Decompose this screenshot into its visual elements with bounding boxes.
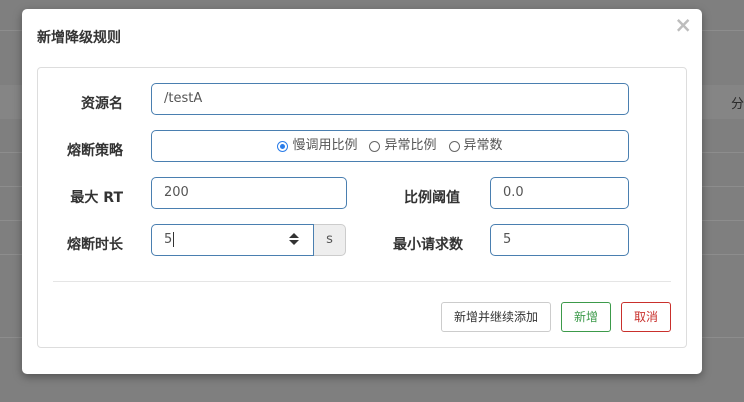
break-duration-label: 熔断时长 bbox=[67, 237, 123, 253]
form-divider bbox=[53, 281, 671, 282]
ratio-threshold-label: 比例阈值 bbox=[404, 190, 460, 206]
background-column-header: 分 bbox=[731, 97, 744, 112]
max-rt-input[interactable]: 200 bbox=[151, 177, 347, 209]
add-degrade-rule-dialog: 新增降级规则 × 资源名 /testA 熔断策略 慢调用比例 异常比例 异常数 bbox=[22, 9, 702, 374]
break-duration-input[interactable]: 5 bbox=[151, 224, 314, 256]
stepper-up-icon[interactable] bbox=[289, 233, 299, 238]
resource-name-input[interactable]: /testA bbox=[151, 83, 629, 115]
stepper-down-icon[interactable] bbox=[289, 240, 299, 245]
rule-form-panel: 资源名 /testA 熔断策略 慢调用比例 异常比例 异常数 最大 RT 200… bbox=[37, 67, 687, 348]
min-request-label: 最小请求数 bbox=[393, 237, 463, 253]
strategy-option-label: 异常数 bbox=[463, 138, 503, 153]
add-and-continue-button[interactable]: 新增并继续添加 bbox=[441, 302, 551, 332]
strategy-option-exception-ratio[interactable]: 异常比例 bbox=[369, 131, 437, 161]
strategy-option-label: 异常比例 bbox=[384, 138, 437, 153]
dialog-title: 新增降级规则 bbox=[37, 30, 121, 46]
number-stepper-icon[interactable] bbox=[289, 233, 299, 247]
strategy-radio-group: 慢调用比例 异常比例 异常数 bbox=[151, 130, 629, 162]
text-cursor bbox=[173, 232, 175, 247]
strategy-option-label: 慢调用比例 bbox=[292, 138, 358, 153]
resource-name-label: 资源名 bbox=[81, 96, 123, 112]
ratio-threshold-input[interactable]: 0.0 bbox=[490, 177, 629, 209]
radio-unchecked-icon[interactable] bbox=[369, 140, 381, 152]
strategy-option-slow-call-ratio[interactable]: 慢调用比例 bbox=[277, 131, 357, 161]
break-duration-unit: s bbox=[314, 224, 346, 256]
strategy-option-exception-count[interactable]: 异常数 bbox=[448, 131, 503, 161]
radio-checked-icon[interactable] bbox=[277, 140, 289, 152]
add-button[interactable]: 新增 bbox=[561, 302, 611, 332]
strategy-label: 熔断策略 bbox=[67, 143, 123, 159]
cancel-button[interactable]: 取消 bbox=[621, 302, 671, 332]
min-request-input[interactable]: 5 bbox=[490, 224, 629, 256]
radio-unchecked-icon[interactable] bbox=[448, 140, 460, 152]
close-icon[interactable]: × bbox=[674, 13, 692, 37]
max-rt-label: 最大 RT bbox=[70, 190, 123, 206]
break-duration-value: 5 bbox=[164, 232, 173, 247]
